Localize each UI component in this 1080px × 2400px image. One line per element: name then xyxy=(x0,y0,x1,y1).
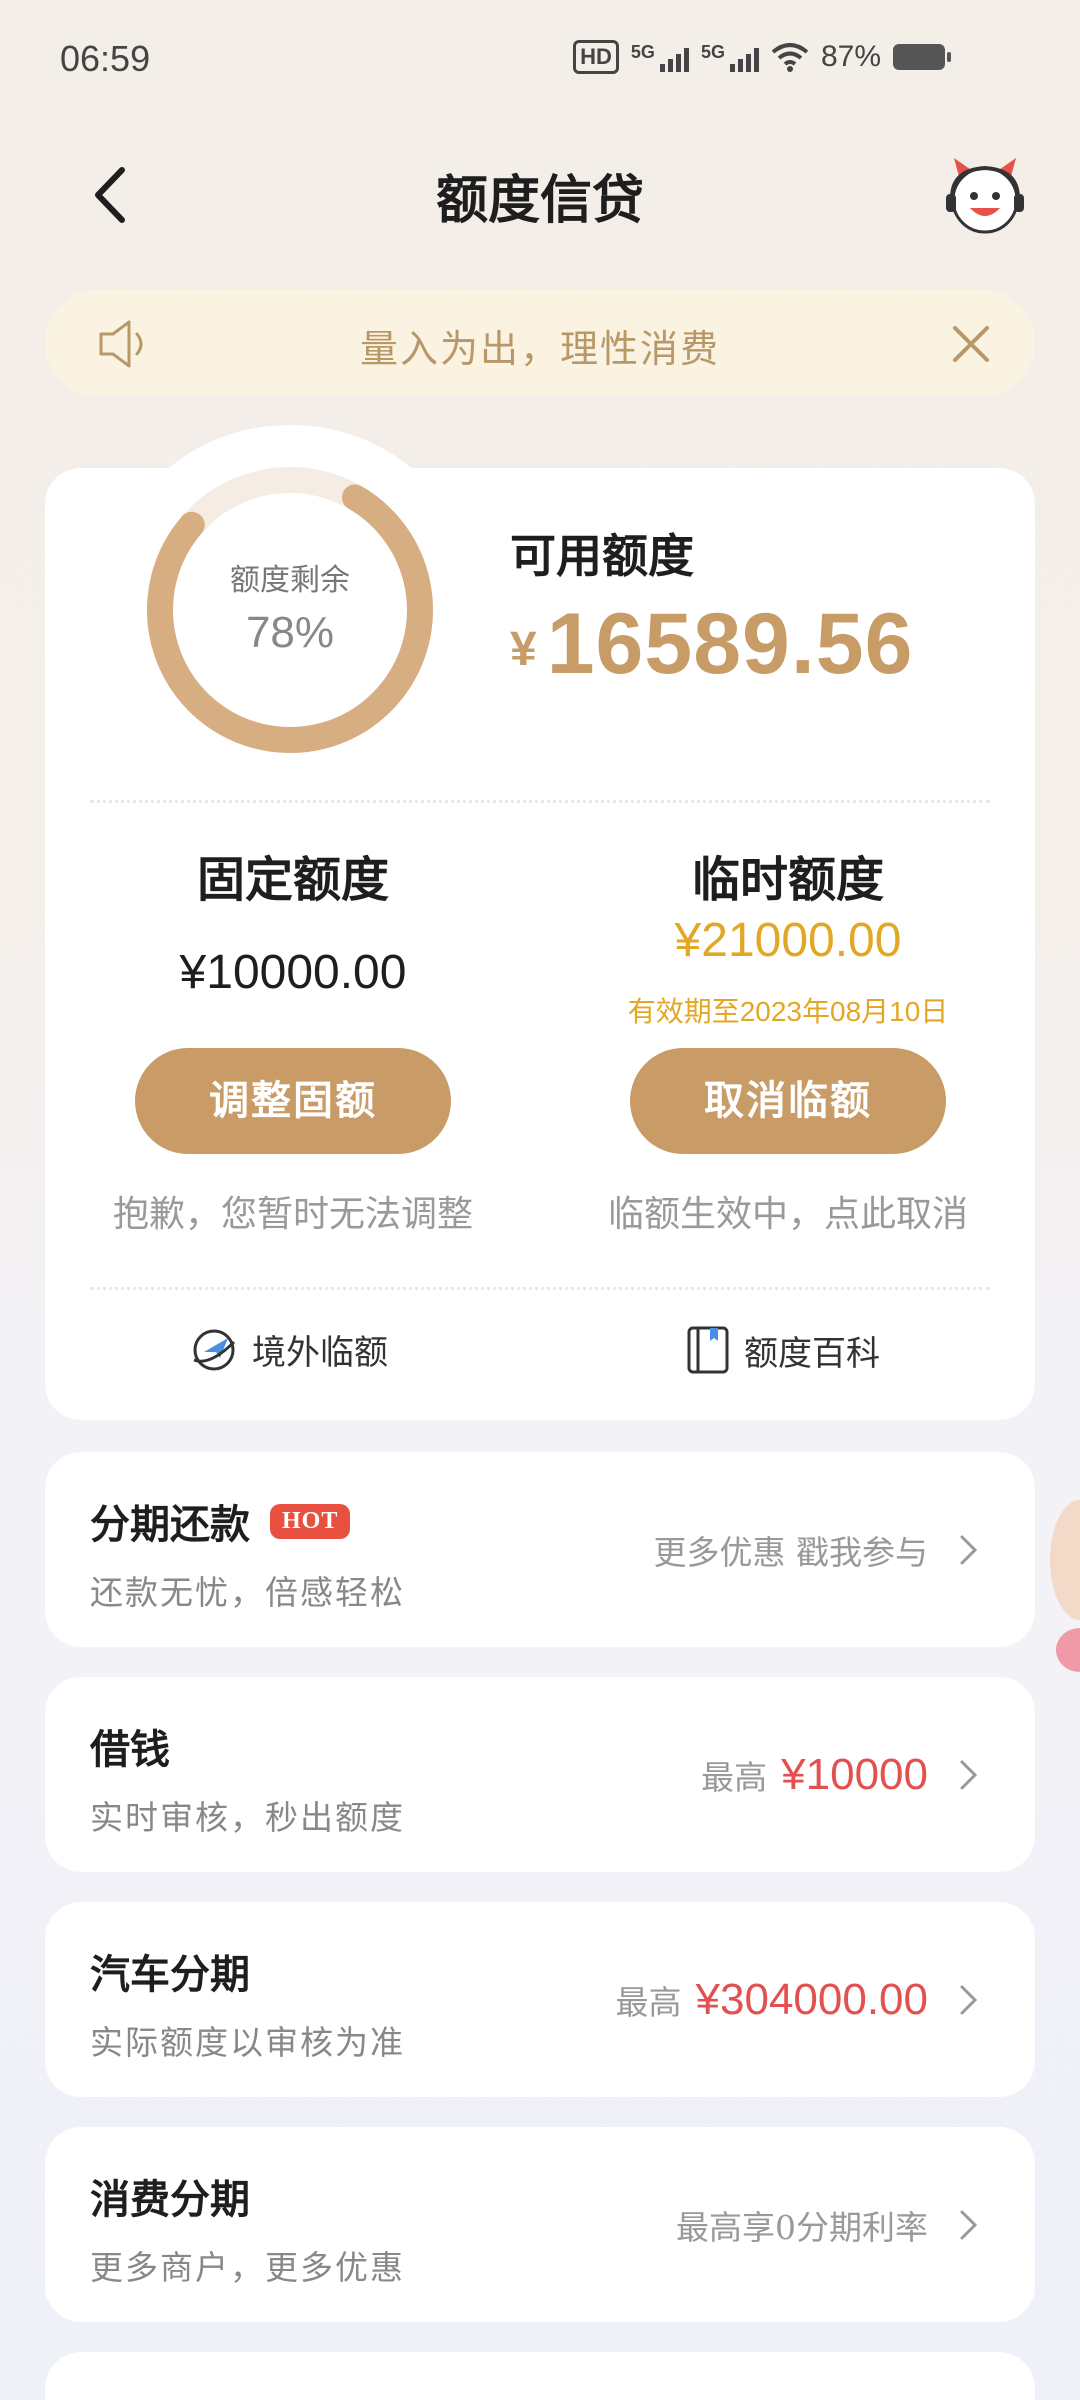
item-name: 消费分期 xyxy=(90,2176,250,2223)
plane-icon xyxy=(193,1329,236,1370)
available-label: 可用额度 xyxy=(510,529,694,583)
list-item-car-installment[interactable]: 汽车分期 实际额度以审核为准 最高 ¥304000.00 xyxy=(45,1902,1035,2097)
list-item-borrow[interactable]: 借钱 实时审核，秒出额度 最高 ¥10000 xyxy=(45,1677,1035,1872)
overseas-quota-label: 境外临额 xyxy=(252,1333,388,1373)
ring-label: 额度剩余 xyxy=(230,563,350,598)
hd-icon: HD xyxy=(573,40,619,74)
close-icon[interactable] xyxy=(943,316,999,372)
cancel-temp-button[interactable]: 取消临额 xyxy=(630,1048,946,1154)
divider xyxy=(90,800,990,803)
item-right-text: 最高享0分期利率 xyxy=(676,2207,928,2247)
item-desc: 还款无忧，倍感轻松 xyxy=(90,1573,405,1612)
item-name: 分期还款 xyxy=(90,1501,250,1548)
item-right-text: 更多优惠 戳我参与 xyxy=(653,1532,929,1572)
item-desc: 实际额度以审核为准 xyxy=(90,2023,405,2062)
page-title: 额度信贷 xyxy=(435,170,644,231)
quota-wiki-link[interactable]: 额度百科 xyxy=(686,1325,880,1375)
available-value: 16589.56 xyxy=(546,596,914,692)
ring-percent: 78% xyxy=(245,608,335,657)
item-name: 汽车分期 xyxy=(90,1951,250,1998)
temp-quota-note[interactable]: 临额生效中，点此取消 xyxy=(578,1185,998,1237)
status-bar: 06:59 HD 5G 5G 87% xyxy=(0,0,1080,120)
floating-mascot-icon[interactable] xyxy=(1032,1500,1080,1680)
temp-quota-validity: 有效期至2023年08月10日 xyxy=(627,996,949,1027)
fixed-quota-note: 抱歉，您暂时无法调整 xyxy=(112,1194,473,1235)
notice-text: 量入为出，理性消费 xyxy=(359,327,720,371)
overseas-quota-link[interactable]: 境外临额 xyxy=(190,1325,388,1374)
divider xyxy=(90,1287,990,1290)
battery-icon xyxy=(893,44,951,70)
currency-symbol: ¥ xyxy=(510,623,537,676)
fixed-quota-title: 固定额度 xyxy=(196,852,389,908)
item-right-text: 最高 xyxy=(615,1982,682,2022)
chevron-right-icon xyxy=(960,1535,978,1564)
status-time: 06:59 xyxy=(60,38,151,79)
fixed-quota-amount: ¥10000.00 xyxy=(179,946,407,999)
item-right-value: ¥10000 xyxy=(781,1749,928,1799)
list-item-installment-repay[interactable]: 分期还款 HOT 还款无忧，倍感轻松 更多优惠 戳我参与 xyxy=(45,1452,1035,1647)
temp-quota-title: 临时额度 xyxy=(691,852,884,908)
adjust-fixed-button[interactable]: 调整固额 xyxy=(135,1048,451,1154)
top-nav: 额度信贷 xyxy=(0,130,1080,260)
item-right-text: 最高 xyxy=(701,1757,768,1797)
signal-icon-1: 5G xyxy=(631,42,689,72)
chevron-right-icon xyxy=(960,1985,978,2014)
item-name: 借钱 xyxy=(90,1726,170,1773)
wifi-icon xyxy=(771,43,809,72)
hot-badge: HOT xyxy=(270,1503,351,1539)
chevron-right-icon xyxy=(960,1760,978,1789)
list-item-partial[interactable] xyxy=(45,2352,1035,2400)
list-item-consumer-installment[interactable]: 消费分期 更多商户，更多优惠 最高享0分期利率 xyxy=(45,2127,1035,2322)
status-icons: HD 5G 5G 87% xyxy=(573,40,951,74)
quota-wiki-label: 额度百科 xyxy=(744,1333,880,1374)
signal-icon-2: 5G xyxy=(701,42,759,72)
item-desc: 更多商户，更多优惠 xyxy=(90,2248,405,2287)
available-amount: ¥16589.56 xyxy=(510,595,913,694)
chevron-right-icon xyxy=(960,2210,978,2239)
notice-banner: 量入为出，理性消费 xyxy=(45,290,1035,396)
temp-quota-amount: ¥21000.00 xyxy=(674,914,902,967)
battery-percent: 87% xyxy=(820,40,881,73)
item-desc: 实时审核，秒出额度 xyxy=(90,1798,405,1837)
customer-service-mascot-icon[interactable] xyxy=(940,150,1030,240)
book-icon xyxy=(687,1326,729,1374)
item-right-value: ¥304000.00 xyxy=(695,1974,928,2024)
